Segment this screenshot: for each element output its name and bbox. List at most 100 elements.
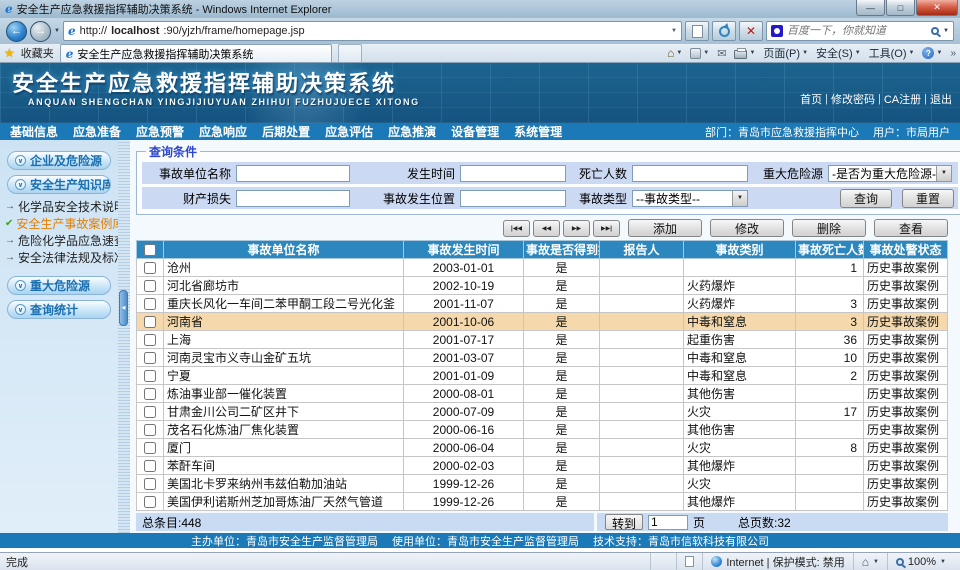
tools-menu[interactable]: 工具(O)▼: [869, 45, 915, 61]
search-icon[interactable]: [931, 27, 939, 35]
prev-page-button[interactable]: ◀◀: [533, 220, 560, 237]
header-link[interactable]: 首页: [800, 91, 822, 107]
sidebar-item[interactable]: ✔安全生产事故案例库: [5, 215, 118, 232]
row-checkbox[interactable]: [144, 262, 156, 274]
sidebar-collapse-handle[interactable]: ◀: [119, 290, 128, 326]
minimize-button[interactable]: —: [856, 0, 885, 16]
row-checkbox[interactable]: [144, 406, 156, 418]
table-row[interactable]: 美国伊利诺斯州芝加哥炼油厂天然气管道1999-12-26是其他爆炸历史事故案例: [137, 493, 948, 511]
view-button[interactable]: 查看: [874, 219, 948, 237]
table-row[interactable]: 宁夏2001-01-09是中毒和窒息2历史事故案例: [137, 367, 948, 385]
modify-button[interactable]: 修改: [710, 219, 784, 237]
select-all-checkbox[interactable]: [144, 244, 156, 256]
mail-button[interactable]: ✉: [717, 47, 726, 60]
goto-page-button[interactable]: 转到: [605, 514, 643, 530]
unit-name-input[interactable]: [236, 165, 350, 182]
favorites-label[interactable]: 收藏夹: [21, 45, 54, 61]
last-page-button[interactable]: ▶▶|: [593, 220, 620, 237]
stop-button[interactable]: ✕: [739, 21, 763, 41]
table-row[interactable]: 炼油事业部一催化装置2000-08-01是其他伤害历史事故案例: [137, 385, 948, 403]
search-dropdown-icon[interactable]: ▼: [943, 28, 949, 34]
row-checkbox[interactable]: [144, 424, 156, 436]
row-checkbox[interactable]: [144, 280, 156, 292]
nav-item[interactable]: 应急准备: [73, 123, 121, 140]
address-dropdown-icon[interactable]: ▼: [671, 28, 677, 34]
table-row[interactable]: 河北省廊坊市2002-10-19是火药爆炸历史事故案例: [137, 277, 948, 295]
next-page-button[interactable]: ▶▶: [563, 220, 590, 237]
overflow-chevron-icon[interactable]: »: [950, 48, 956, 59]
sidebar-item[interactable]: →安全法律法规及标准库: [5, 249, 118, 266]
page-menu[interactable]: 页面(P)▼: [763, 45, 808, 61]
table-row[interactable]: 苯酐车间2000-02-03是其他爆炸历史事故案例: [137, 457, 948, 475]
sidebar-group-button[interactable]: ∨企业及危险源: [7, 151, 111, 170]
row-checkbox[interactable]: [144, 442, 156, 454]
feeds-button[interactable]: ▼: [690, 48, 709, 59]
history-dropdown-icon[interactable]: ▼: [54, 28, 60, 34]
major-hazard-select[interactable]: -是否为重大危险源-▼: [828, 165, 952, 182]
table-row[interactable]: 厦门2000-06-04是火灾8历史事故案例: [137, 439, 948, 457]
sidebar-group-button[interactable]: ∨安全生产知识库: [7, 175, 111, 194]
sidebar-item[interactable]: →化学品安全技术说明书: [5, 198, 118, 215]
location-input[interactable]: [460, 190, 566, 207]
sidebar-group-button[interactable]: ∨重大危险源: [7, 276, 111, 295]
cell: 是: [524, 493, 600, 511]
first-page-button[interactable]: |◀◀: [503, 220, 530, 237]
table-row[interactable]: 重庆长风化一车间二苯甲酮工段二号光化釜2001-11-07是火药爆炸3历史事故案…: [137, 295, 948, 313]
filter-pane[interactable]: ⌂ ▼: [853, 553, 887, 570]
security-menu[interactable]: 安全(S)▼: [816, 45, 861, 61]
table-row[interactable]: 河南灵宝市义寺山金矿五坑2001-03-07是中毒和窒息10历史事故案例: [137, 349, 948, 367]
row-checkbox[interactable]: [144, 316, 156, 328]
help-menu[interactable]: ?▼: [922, 47, 942, 59]
forward-button[interactable]: →: [30, 21, 51, 42]
home-button[interactable]: ⌂▼: [667, 46, 682, 60]
row-checkbox[interactable]: [144, 478, 156, 490]
occur-time-input[interactable]: [460, 165, 566, 182]
property-loss-input[interactable]: [236, 190, 350, 207]
nav-item[interactable]: 基础信息: [10, 123, 58, 140]
row-checkbox[interactable]: [144, 460, 156, 472]
zoom-pane[interactable]: 100% ▼: [887, 553, 954, 570]
header-link[interactable]: 修改密码: [831, 91, 875, 107]
favorites-star-icon[interactable]: ★: [4, 46, 15, 60]
search-input[interactable]: [787, 25, 927, 37]
print-button[interactable]: ▼: [734, 48, 755, 59]
row-checkbox[interactable]: [144, 334, 156, 346]
nav-item[interactable]: 应急预警: [136, 123, 184, 140]
row-checkbox[interactable]: [144, 388, 156, 400]
new-tab-stub[interactable]: [338, 44, 362, 62]
deaths-input[interactable]: [632, 165, 748, 182]
row-checkbox[interactable]: [144, 352, 156, 364]
table-row[interactable]: 沧州2003-01-01是1历史事故案例: [137, 259, 948, 277]
address-bar[interactable]: e http://localhost:90/yjzh/frame/homepag…: [63, 21, 682, 41]
header-link[interactable]: 退出: [930, 91, 952, 107]
row-checkbox[interactable]: [144, 298, 156, 310]
sidebar-group-button[interactable]: ∨查询统计: [7, 300, 111, 319]
table-row[interactable]: 甘肃金川公司二矿区井下2000-07-09是火灾17历史事故案例: [137, 403, 948, 421]
add-button[interactable]: 添加: [628, 219, 702, 237]
delete-button[interactable]: 删除: [792, 219, 866, 237]
row-checkbox[interactable]: [144, 370, 156, 382]
reset-button[interactable]: 重置: [902, 189, 954, 208]
table-row[interactable]: 美国北卡罗来纳州韦兹伯勒加油站1999-12-26是火灾历史事故案例: [137, 475, 948, 493]
close-button[interactable]: ✕: [916, 0, 958, 16]
nav-item[interactable]: 应急推演: [388, 123, 436, 140]
search-button[interactable]: 查询: [840, 189, 892, 208]
back-button[interactable]: ←: [6, 21, 27, 42]
row-checkbox[interactable]: [144, 496, 156, 508]
table-row[interactable]: 上海2001-07-17是起重伤害36历史事故案例: [137, 331, 948, 349]
nav-item[interactable]: 后期处置: [262, 123, 310, 140]
table-row[interactable]: 茂名石化炼油厂焦化装置2000-06-16是其他伤害历史事故案例: [137, 421, 948, 439]
header-link[interactable]: CA注册: [884, 91, 921, 107]
table-row[interactable]: 河南省2001-10-06是中毒和窒息3历史事故案例: [137, 313, 948, 331]
refresh-button[interactable]: [712, 21, 736, 41]
nav-item[interactable]: 系统管理: [514, 123, 562, 140]
nav-item[interactable]: 设备管理: [451, 123, 499, 140]
maximize-button[interactable]: □: [886, 0, 915, 16]
compatibility-view-button[interactable]: [685, 21, 709, 41]
page-number-input[interactable]: [648, 515, 688, 530]
nav-item[interactable]: 应急响应: [199, 123, 247, 140]
browser-tab[interactable]: e 安全生产应急救援指挥辅助决策系统: [60, 44, 332, 62]
accident-type-select[interactable]: --事故类型--▼: [632, 190, 748, 207]
nav-item[interactable]: 应急评估: [325, 123, 373, 140]
sidebar-item[interactable]: →危险化学品应急速查手...: [5, 232, 118, 249]
